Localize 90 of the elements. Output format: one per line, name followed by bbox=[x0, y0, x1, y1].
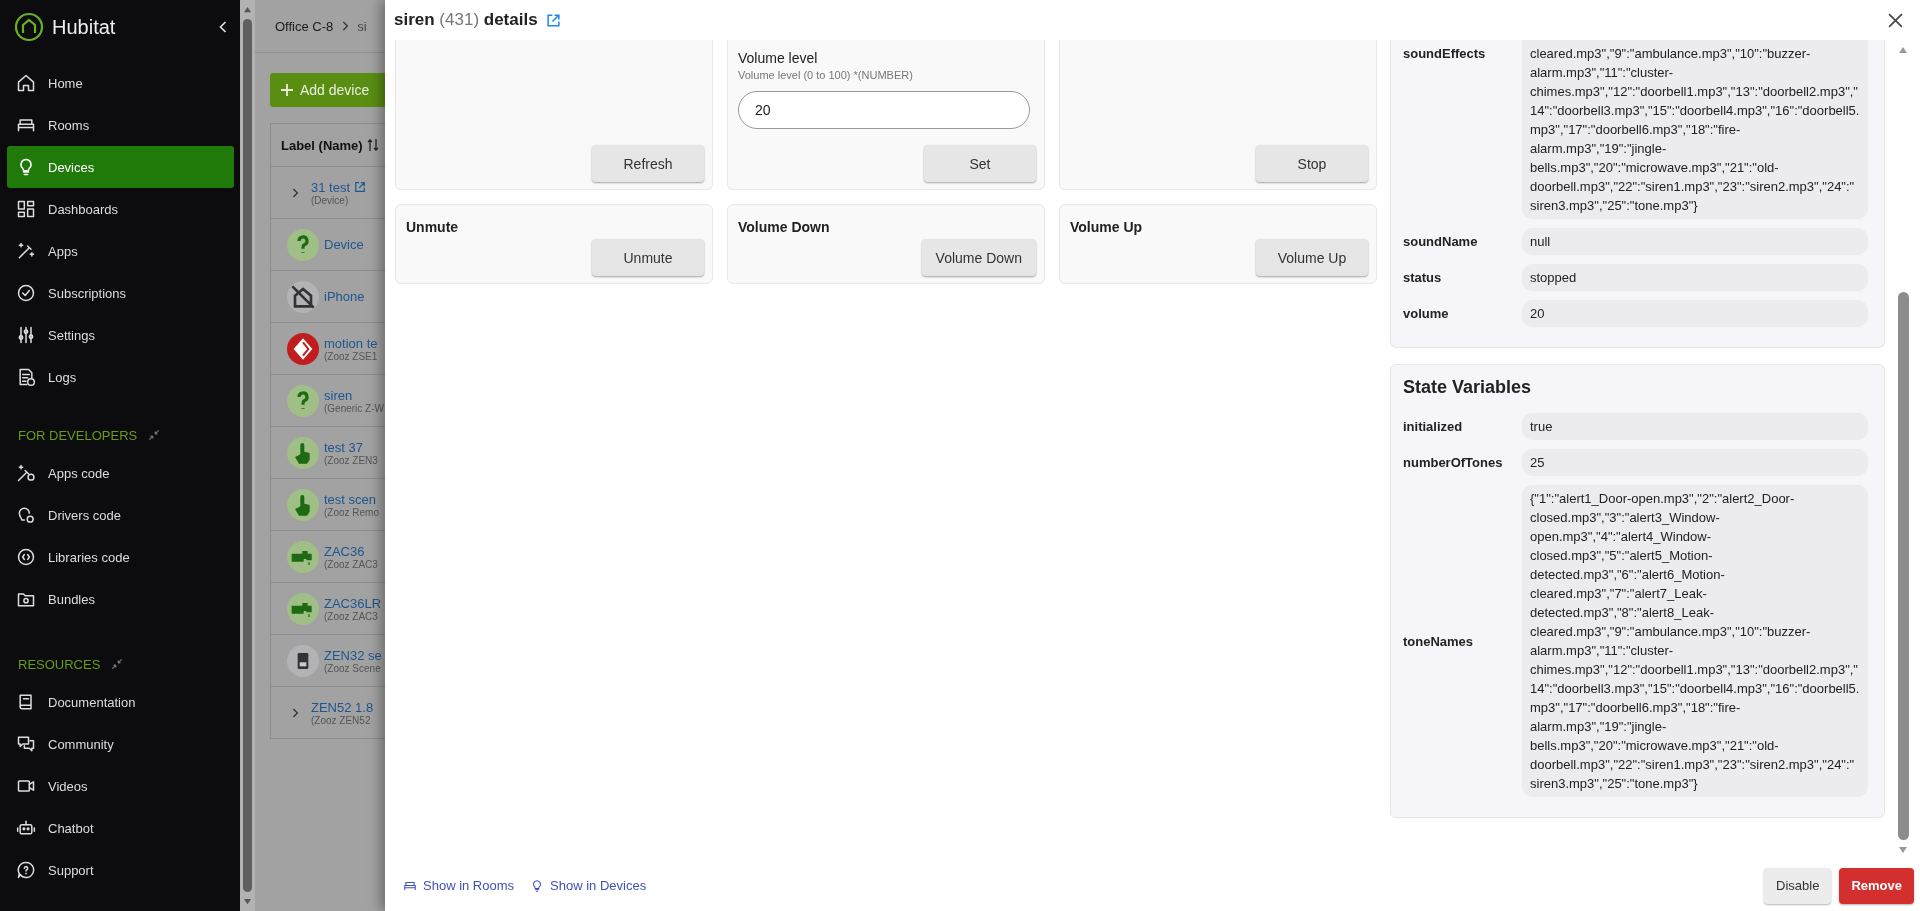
chat-icon bbox=[16, 734, 36, 754]
sidebar-item[interactable]: Devices bbox=[7, 146, 234, 188]
chevron-right-icon[interactable] bbox=[291, 706, 299, 719]
robot-icon bbox=[16, 818, 36, 838]
sidebar-item[interactable]: Documentation bbox=[7, 681, 234, 723]
sidebar-item[interactable]: Subscriptions bbox=[7, 272, 234, 314]
scrollbar[interactable] bbox=[240, 0, 255, 911]
chevron-right-icon bbox=[341, 20, 350, 32]
device-driver: (Zooz ZEN52 bbox=[311, 714, 372, 726]
collapse-icon[interactable] bbox=[147, 428, 162, 442]
device-driver: (Zooz Remo bbox=[324, 506, 379, 518]
sidebar-item[interactable]: Bundles bbox=[7, 578, 234, 620]
footer-link[interactable]: Show in Rooms bbox=[423, 878, 515, 893]
check-circle-icon bbox=[16, 283, 36, 303]
document-icon bbox=[16, 367, 36, 387]
section-label: FOR DEVELOPERS bbox=[18, 427, 138, 443]
plus-icon bbox=[280, 83, 294, 97]
attribute-value: null bbox=[1522, 228, 1868, 255]
attribute-value: cleared.mp3","9":"ambulance.mp3","10":"buzzer-alarm.mp3","11":"cluster-chimes.mp3","12":"doorbell1.mp3","13":"doorbell2.mp3","14":"doorbell3.mp3","15":"doorbell4.mp3","16":"doorbell5.mp3","17":"doorbell6.mp3","18":"fire-alarm.mp3","19":"jingle-bells.mp3","20":"microwave.mp3","21":"old-doorbell.mp3","22":"siren1.mp3","23":"siren2.mp3","24":"siren3.mp3","25":"tone.mp3"} bbox=[1522, 40, 1868, 219]
attribute-value: true bbox=[1522, 413, 1868, 440]
sidebar-item[interactable]: Libraries code bbox=[7, 536, 234, 578]
scroll-down-icon[interactable] bbox=[243, 898, 252, 905]
device-driver: (Zooz ZSE1 bbox=[324, 350, 378, 362]
breadcrumb-link[interactable]: Office C-8 bbox=[275, 18, 334, 34]
command-button[interactable]: Refresh bbox=[592, 145, 704, 182]
sidebar-item[interactable]: Videos bbox=[7, 765, 234, 807]
attribute-name: soundEffects bbox=[1403, 46, 1487, 61]
command-title: Volume Down bbox=[738, 219, 831, 235]
sidebar-item[interactable]: Support bbox=[7, 849, 234, 891]
parameter-label: Volume level bbox=[738, 50, 819, 66]
panel-title: State Variables bbox=[1403, 377, 1533, 398]
external-link-icon[interactable] bbox=[354, 181, 367, 193]
house-logo-icon bbox=[14, 12, 44, 42]
number-field[interactable]: 20 bbox=[738, 91, 1030, 129]
dialog-title: siren (431) details bbox=[394, 10, 538, 30]
attribute-name: status bbox=[1403, 270, 1443, 285]
sidebar-item[interactable]: Community bbox=[7, 723, 234, 765]
scroll-up-icon[interactable] bbox=[243, 6, 252, 13]
command-button[interactable]: Set bbox=[924, 145, 1036, 182]
chevron-left-icon[interactable] bbox=[218, 20, 228, 34]
disable-button[interactable]: Disable bbox=[1764, 867, 1832, 904]
sidebar-item[interactable]: Settings bbox=[7, 314, 234, 356]
breadcrumb-link[interactable]: si bbox=[357, 18, 367, 34]
sidebar-item[interactable]: Chatbot bbox=[7, 807, 234, 849]
sidebar-item[interactable]: Home bbox=[7, 62, 234, 104]
wand-icon bbox=[16, 241, 36, 261]
device-driver: (Zooz Scene bbox=[324, 662, 382, 674]
attribute-value: 25 bbox=[1522, 449, 1868, 476]
sidebar-item[interactable]: Dashboards bbox=[7, 188, 234, 230]
device-driver: (Zooz ZAC3 bbox=[324, 610, 379, 622]
sliders-icon bbox=[16, 325, 36, 345]
parameter-hint: Volume level (0 to 100) *(NUMBER) bbox=[738, 69, 914, 81]
attribute-value: {"1":"alert1_Door-open.mp3","2":"alert2_Door-closed.mp3","3":"alert3_Window-open.mp3","4":"alert4_Window-closed.mp3","5":"alert5_Motion-detected.mp3","6":"alert6_Motion-cleared.mp3","7":"alert7_Leak-detected.mp3","8":"alert8_Leak-cleared.mp3","9":"ambulance.mp3","10":"buzzer-alarm.mp3","11":"cluster-chimes.mp3","12":"doorbell1.mp3","13":"doorbell2.mp3","14":"doorbell3.mp3","15":"doorbell4.mp3","16":"doorbell5.mp3","17":"doorbell6.mp3","18":"fire-alarm.mp3","19":"jingle-bells.mp3","20":"microwave.mp3","21":"old-doorbell.mp3","22":"siren1.mp3","23":"siren2.mp3","24":"siren3.mp3","25":"tone.mp3"} bbox=[1522, 485, 1868, 797]
collapse-icon[interactable] bbox=[110, 657, 125, 671]
scroll-down-icon[interactable] bbox=[1898, 846, 1908, 854]
attribute-name: volume bbox=[1403, 306, 1450, 321]
device-driver: (Zooz ZEN3 bbox=[324, 454, 378, 466]
remove-button[interactable]: Remove bbox=[1839, 867, 1914, 904]
home-icon bbox=[16, 73, 36, 93]
command-button[interactable]: Stop bbox=[1256, 145, 1368, 182]
command-button[interactable]: Volume Down bbox=[921, 239, 1036, 276]
command-button[interactable]: Unmute bbox=[592, 239, 704, 276]
attribute-value: 20 bbox=[1522, 300, 1868, 327]
command-title: Volume Up bbox=[1070, 219, 1144, 235]
sidebar-item[interactable]: Apps code bbox=[7, 452, 234, 494]
chevron-right-icon[interactable] bbox=[291, 186, 299, 199]
scroll-up-icon[interactable] bbox=[1898, 46, 1908, 54]
device-driver: (Device) bbox=[311, 194, 350, 206]
attribute-name: soundName bbox=[1403, 234, 1479, 249]
attribute-name: toneNames bbox=[1403, 633, 1475, 649]
brand-name: Hubitat bbox=[52, 15, 117, 39]
attribute-name: initialized bbox=[1403, 419, 1464, 434]
grid-icon bbox=[16, 199, 36, 219]
help-bubble-icon bbox=[16, 860, 36, 880]
external-link-icon[interactable] bbox=[545, 12, 561, 28]
device-driver: (Zooz ZAC3 bbox=[324, 558, 378, 570]
sidebar-item[interactable]: Logs bbox=[7, 356, 234, 398]
close-icon[interactable] bbox=[1888, 12, 1903, 28]
attribute-value: stopped bbox=[1522, 264, 1868, 291]
section-label: RESOURCES bbox=[18, 656, 101, 672]
sort-icon[interactable] bbox=[366, 138, 379, 152]
sidebar-item[interactable]: Drivers code bbox=[7, 494, 234, 536]
column-header[interactable]: Label (Name) bbox=[281, 137, 363, 153]
sidebar-item[interactable]: Apps bbox=[7, 230, 234, 272]
command-title: Unmute bbox=[406, 219, 460, 235]
attribute-name: numberOfTones bbox=[1403, 455, 1504, 470]
footer-link[interactable]: Show in Devices bbox=[550, 878, 647, 893]
sidebar-item[interactable]: Rooms bbox=[7, 104, 234, 146]
device-driver: (Generic Z-W bbox=[324, 402, 384, 414]
command-button[interactable]: Volume Up bbox=[1256, 239, 1368, 276]
